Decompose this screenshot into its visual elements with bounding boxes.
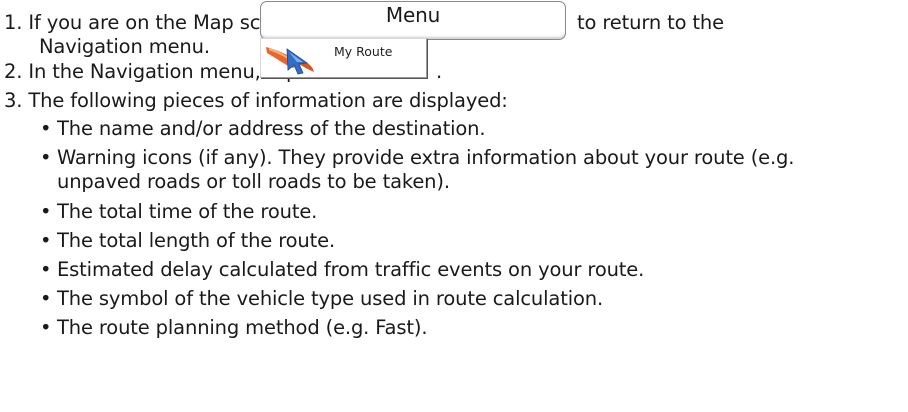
list-item-text: The total length of the route. <box>57 229 336 252</box>
step-3-number: 3. <box>4 89 23 112</box>
bullet-glyph: • <box>40 287 52 310</box>
menu-button-label: Menu <box>385 3 441 27</box>
list-item-text-continuation: unpaved roads or toll roads to be taken)… <box>57 170 450 193</box>
list-item-text: The name and/or address of the destinati… <box>57 117 486 140</box>
step-3-text: The following pieces of information are … <box>28 89 508 112</box>
list-item-text: Estimated delay calculated from traffic … <box>57 258 645 281</box>
step-1-number: 1. <box>4 11 23 34</box>
list-item-text: The total time of the route. <box>57 200 318 223</box>
bullet-glyph: • <box>40 258 52 281</box>
route-arrow-icon <box>266 47 314 75</box>
list-item-text: The route planning method (e.g. Fast). <box>57 316 428 339</box>
step-3: 3. The following pieces of information a… <box>4 89 508 113</box>
step-2: 2. In the Navigation menu, tap <box>4 60 298 84</box>
list-item-text: The symbol of the vehicle type used in r… <box>57 287 604 310</box>
bullet-glyph: • <box>40 316 52 339</box>
instructions-document: 1. If you are on the Map screen, tap Men… <box>0 0 908 412</box>
bullet-glyph: • <box>40 229 52 252</box>
my-route-button-label: My Route <box>334 44 393 59</box>
bullet-glyph: • <box>40 146 52 169</box>
bullet-glyph: • <box>40 200 52 223</box>
step-2-text: In the Navigation menu, tap <box>28 60 299 83</box>
step-1-continuation: Navigation menu. <box>39 35 210 58</box>
list-item-text: Warning icons (if any). They provide ext… <box>57 146 795 169</box>
bullet-glyph: • <box>40 117 52 140</box>
my-route-button[interactable]: My Route <box>260 38 427 78</box>
menu-button[interactable]: Menu <box>260 1 566 40</box>
step-2-number: 2. <box>4 60 23 83</box>
step-2-text-after: . <box>436 60 443 83</box>
step-1-text-after: to return to the <box>577 11 724 34</box>
